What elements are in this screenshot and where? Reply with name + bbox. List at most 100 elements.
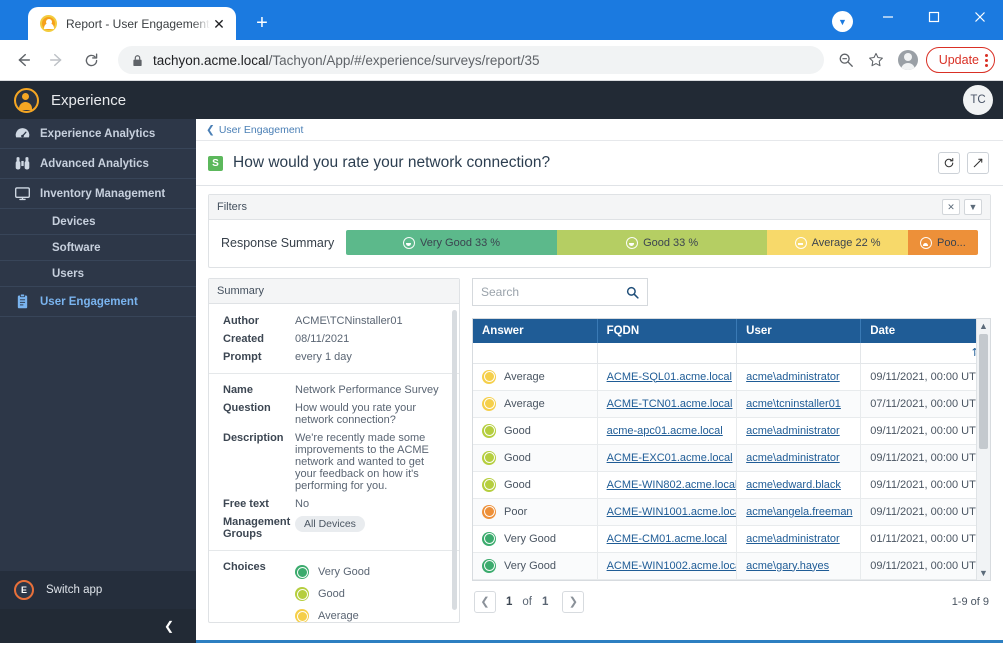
smiley-average-icon [482,369,496,384]
chart-segment-good[interactable]: Good 33 % [556,230,768,255]
sidebar-item-user-engagement[interactable]: User Engagement [0,287,196,317]
cell-user-link[interactable]: acme\administrator [746,533,840,545]
sidebar-collapse-button[interactable]: ❮ [0,609,196,643]
search-box[interactable] [472,278,648,306]
sidebar-item-inventory-management[interactable]: Inventory Management [0,179,196,209]
cell-fqdn-link[interactable]: ACME-WIN1002.acme.local [607,560,736,572]
smiley-good-icon [482,477,496,492]
sidebar-item-advanced-analytics[interactable]: Advanced Analytics [0,149,196,179]
arrow-left-icon[interactable] [8,45,38,75]
scrollbar-thumb[interactable] [979,334,988,450]
summary-value: 08/11/2021 [295,333,350,345]
column-header-answer[interactable]: Answer [473,319,598,343]
content-area: Filters ✕ ▼ Response Summary Very Good 3… [196,186,1003,640]
star-icon[interactable] [862,46,890,74]
close-icon[interactable]: ✕ [210,15,228,33]
update-button[interactable]: Update [925,47,995,73]
switch-app-button[interactable]: E Switch app [0,571,196,609]
cell-fqdn-link[interactable]: ACME-WIN802.acme.local [607,479,736,491]
choice-item: Good [295,583,445,605]
table-row[interactable]: Very Good ACME-CM01.acme.local acme\admi… [473,525,990,553]
sort-updown-icon[interactable]: ⇅ [860,343,990,364]
cell-fqdn-link[interactable]: ACME-WIN1001.acme.local [607,506,736,518]
sidebar-item-experience-analytics[interactable]: Experience Analytics [0,119,196,149]
breadcrumb[interactable]: ❮ User Engagement [196,119,1003,141]
sidebar-item-label: User Engagement [40,295,138,308]
filters-title: Filters [217,201,247,213]
summary-value: How would you rate your network connecti… [295,402,417,426]
summary-key: Choices [223,561,266,573]
clear-filter-icon[interactable]: ✕ [942,199,960,215]
filter-cell-answer[interactable] [473,343,598,364]
column-header-date[interactable]: Date [860,319,990,343]
next-page-button[interactable]: ❯ [562,590,585,613]
scroll-up-icon[interactable]: ▲ [979,319,988,333]
address-bar[interactable]: tachyon.acme.local/Tachyon/App/#/experie… [118,46,824,74]
reload-icon[interactable] [76,45,106,75]
cell-user-link[interactable]: acme\administrator [746,452,840,464]
filter-cell-fqdn[interactable] [597,343,738,364]
search-icon[interactable] [626,286,639,299]
summary-row: Name Network Performance Survey [209,381,459,399]
filter-cell-user[interactable] [736,343,862,364]
response-summary-row: Response Summary Very Good 33 % Good 33 … [209,220,990,267]
column-header-user[interactable]: User [736,319,862,343]
chart-segment-very-good[interactable]: Very Good 33 % [346,230,557,255]
table-scrollbar[interactable]: ▲ ▼ [976,319,990,580]
sidebar-item-software[interactable]: Software [0,235,196,261]
cell-date: 09/11/2021, 00:00 UTC [860,498,990,526]
avatar[interactable]: TC [963,85,993,115]
table-row[interactable]: Average ACME-TCN01.acme.local acme\tcnin… [473,390,990,418]
results-column: Answer FQDN User Date [472,278,991,623]
cell-fqdn-link[interactable]: ACME-CM01.acme.local [607,533,727,545]
browser-tab-strip: Report - User Engagement - Expe ✕ + ▼ [0,0,1003,40]
maximize-icon[interactable] [911,0,957,33]
table-row[interactable]: Good ACME-EXC01.acme.local acme\administ… [473,444,990,472]
choice-label: Very Good [318,566,370,578]
cell-user-link[interactable]: acme\angela.freeman [746,506,852,518]
cell-fqdn-link[interactable]: ACME-EXC01.acme.local [607,452,733,464]
cell-user-link[interactable]: acme\edward.black [746,479,841,491]
chart-segment-label: Good 33 % [643,236,699,249]
cell-fqdn-link[interactable]: ACME-SQL01.acme.local [607,371,732,383]
cell-fqdn-link[interactable]: ACME-TCN01.acme.local [607,398,733,410]
plus-icon[interactable]: + [248,9,276,37]
cell-user-link[interactable]: acme\tcninstaller01 [746,398,841,410]
table-row[interactable]: Very Good ACME-WIN1002.acme.local acme\g… [473,552,990,580]
cell-date: 09/11/2021, 00:00 UTC [860,363,990,391]
filter-dropdown-icon[interactable]: ▼ [964,199,982,215]
column-header-fqdn[interactable]: FQDN [597,319,738,343]
chevron-down-icon[interactable]: ▼ [832,11,853,32]
cell-fqdn-link[interactable]: acme-apc01.acme.local [607,425,723,437]
chart-segment-poor[interactable]: Poo... [907,230,978,255]
choice-item: Average [295,605,445,622]
sidebar-item-users[interactable]: Users [0,261,196,287]
table-row[interactable]: Good ACME-WIN802.acme.local acme\edward.… [473,471,990,499]
expand-icon[interactable] [967,152,989,174]
search-minus-icon[interactable] [832,46,860,74]
cell-date: 09/11/2021, 00:00 UTC [860,444,990,472]
cell-user-link[interactable]: acme\administrator [746,425,840,437]
page-of-label: of [522,595,532,608]
profile-avatar-icon[interactable] [897,50,918,70]
smiley-very-good-icon [295,565,309,579]
search-input[interactable] [481,285,626,299]
table-row[interactable]: Poor ACME-WIN1001.acme.local acme\angela… [473,498,990,526]
sidebar-item-devices[interactable]: Devices [0,209,196,235]
prev-page-button[interactable]: ❮ [474,590,496,613]
minimize-icon[interactable] [865,0,911,33]
chart-segment-average[interactable]: Average 22 % [767,230,908,255]
kebab-menu-icon[interactable] [985,53,988,67]
browser-tab[interactable]: Report - User Engagement - Expe ✕ [28,7,236,40]
cell-user-link[interactable]: acme\gary.hayes [746,560,829,572]
scroll-down-icon[interactable]: ▼ [979,566,988,580]
cell-user-link[interactable]: acme\administrator [746,371,840,383]
summary-scrollbar[interactable] [452,310,457,610]
window-close-icon[interactable] [957,0,1003,33]
refresh-icon[interactable] [938,152,960,174]
summary-panel-header: Summary [209,279,459,304]
table-row[interactable]: Good acme-apc01.acme.local acme\administ… [473,417,990,445]
filters-panel-header: Filters ✕ ▼ [209,195,990,220]
table-row[interactable]: Average ACME-SQL01.acme.local acme\admin… [473,363,990,391]
chevron-left-icon: ❮ [163,619,174,633]
